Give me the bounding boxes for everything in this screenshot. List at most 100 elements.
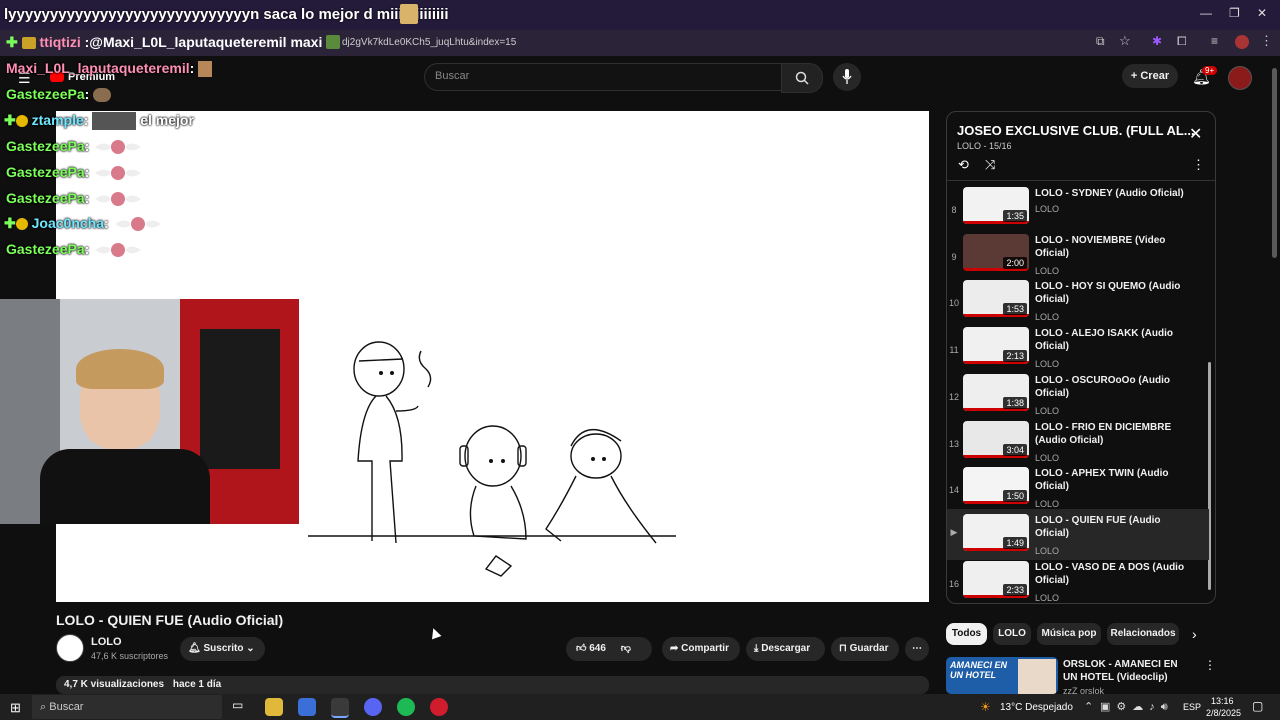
create-button[interactable]: + Crear xyxy=(1122,64,1178,88)
playlist-item-title[interactable]: LOLO - APHEX TWIN (Audio Oficial) xyxy=(1035,467,1185,493)
playlist-item[interactable]: 16 2:33 LOLO - VASO DE A DOS (Audio Oficia… xyxy=(947,560,1209,607)
more-horiz-icon: ⋯ xyxy=(912,643,922,654)
spotify-icon[interactable] xyxy=(397,698,415,716)
chevron-right-icon[interactable]: › xyxy=(1192,626,1197,642)
playlist-item[interactable]: ▶ 1:49 LOLO - QUIEN FUE (Audio Oficial) LOL… xyxy=(947,508,1209,560)
playlist-item-number: 16 xyxy=(948,578,959,589)
playlist-item[interactable]: 11 2:13 LOLO - ALEJO ISAKK (Audio Oficial)… xyxy=(947,327,1209,373)
playlist-item[interactable]: 8 1:35 LOLO - SYDNEY (Audio Oficial) LOLO xyxy=(947,187,1209,233)
chip-relacionados[interactable]: Relacionados xyxy=(1107,623,1179,645)
menu-list-icon[interactable]: ≡ xyxy=(1211,34,1218,48)
playlist-item[interactable]: 12 1:38 LOLO - OSCUROoOo (Audio Oficial) LO… xyxy=(947,373,1209,420)
obs-icon[interactable] xyxy=(430,698,448,716)
chip-musica-pop[interactable]: Música pop xyxy=(1037,623,1101,645)
extensions-puzzle-icon[interactable]: ⧠ xyxy=(1177,34,1187,49)
taskbar-search[interactable]: ⌕ Buscar xyxy=(32,695,222,719)
description-box[interactable]: 4,7 K visualizaciones hace 1 día xyxy=(56,676,929,694)
playlist-item-thumbnail[interactable]: 1:53 xyxy=(963,280,1029,318)
dislike-icon[interactable]: 👎︎ xyxy=(621,643,631,654)
windows-start-icon[interactable]: ⊞ xyxy=(10,700,21,716)
playlist-item-thumbnail[interactable]: 2:00 xyxy=(963,233,1029,271)
extension-icon[interactable]: ✱ xyxy=(1152,34,1162,48)
playlist-item[interactable]: 13 3:04 LOLO - FRIO EN DICIEMBRE (Audio Of… xyxy=(947,420,1209,467)
weather-text[interactable]: 13°C Despejado xyxy=(1000,702,1073,713)
chat-user: Joac0ncha xyxy=(31,215,104,231)
mic-icon xyxy=(842,69,852,84)
chip-all[interactable]: Todos xyxy=(946,623,987,645)
playlist-item-title[interactable]: LOLO - OSCUROoOo (Audio Oficial) xyxy=(1035,374,1185,400)
store-icon[interactable] xyxy=(298,698,316,716)
install-icon[interactable]: ⧉ xyxy=(1096,34,1105,49)
voice-search-button[interactable] xyxy=(833,63,861,91)
close-icon[interactable]: ✕ xyxy=(1189,124,1202,144)
clock-time[interactable]: 13:16 xyxy=(1211,696,1234,706)
playlist-item-thumbnail[interactable]: 2:33 xyxy=(963,560,1029,598)
loop-icon[interactable]: ⟲ xyxy=(958,157,969,173)
tray-chevron-icon[interactable]: ⌃ xyxy=(1084,700,1093,713)
more-actions-button[interactable]: ⋯ xyxy=(905,637,929,661)
playlist-item-channel: LOLO xyxy=(1035,405,1060,416)
playlist-item[interactable]: 14 1:50 LOLO - APHEX TWIN (Audio Oficial) L… xyxy=(947,467,1209,513)
playlist-item-title[interactable]: LOLO - NOVIEMBRE (Video Oficial) xyxy=(1035,234,1185,260)
shuffle-icon[interactable]: ⤨ xyxy=(985,157,995,173)
playlist-item-thumbnail[interactable]: 1:49 xyxy=(963,513,1029,551)
download-button[interactable]: ⤓ Descargar xyxy=(746,637,825,661)
close-window-icon[interactable]: ✕ xyxy=(1257,6,1267,20)
emote-icon xyxy=(198,61,213,78)
chat-line: GastezeePa: xyxy=(6,164,143,181)
bookmark-star-icon[interactable]: ☆ xyxy=(1119,33,1131,49)
more-vert-icon[interactable]: ⋮ xyxy=(1192,157,1205,173)
subscribed-button[interactable]: 🔔︎ Suscrito ⌄ xyxy=(180,637,265,661)
winged-emote-icon xyxy=(95,243,142,258)
chat-user: GastezeePa xyxy=(6,164,85,180)
playlist-item-duration: 2:33 xyxy=(1003,583,1027,596)
playlist-item-title[interactable]: LOLO - VASO DE A DOS (Audio Oficial) xyxy=(1035,561,1185,587)
playlist-item-title[interactable]: LOLO - SYDNEY (Audio Oficial) xyxy=(1035,187,1185,200)
recommended-thumbnail[interactable]: AMANECI EN UN HOTEL xyxy=(946,657,1058,694)
tray-icons[interactable]: ▣⚙☁♪🔊︎ xyxy=(1100,700,1174,714)
discord-icon[interactable] xyxy=(364,698,382,716)
playlist-item-title[interactable]: LOLO - HOY SI QUEMO (Audio Oficial) xyxy=(1035,280,1185,306)
save-button[interactable]: ⊓ Guardar xyxy=(831,637,899,661)
language-indicator[interactable]: ESP xyxy=(1183,702,1201,712)
playlist-item-thumbnail[interactable]: 1:35 xyxy=(963,187,1029,224)
clock-date[interactable]: 2/8/2025 xyxy=(1206,708,1241,718)
more-vert-icon[interactable]: ⋮ xyxy=(1204,658,1216,672)
account-avatar[interactable] xyxy=(1228,66,1252,90)
search-input[interactable]: Buscar xyxy=(424,63,783,91)
emote-icon xyxy=(400,4,418,24)
more-vert-icon[interactable]: ⋮ xyxy=(1260,33,1273,49)
restore-icon[interactable]: ❐ xyxy=(1229,6,1240,20)
chat-sep: : xyxy=(83,112,89,128)
playlist-item-thumbnail[interactable]: 1:50 xyxy=(963,467,1029,505)
plus-icon: ✚ xyxy=(4,215,16,231)
chat-line: GastezeePa: xyxy=(6,241,143,258)
playlist-item-title[interactable]: LOLO - ALEJO ISAKK (Audio Oficial) xyxy=(1035,327,1185,353)
page-scrollbar[interactable] xyxy=(1272,68,1277,258)
search-button[interactable] xyxy=(781,63,823,93)
like-icon[interactable]: 👍︎ xyxy=(576,643,586,654)
share-button[interactable]: ➦ Compartir xyxy=(662,637,740,661)
playlist-item-thumbnail[interactable]: 3:04 xyxy=(963,420,1029,458)
minimize-icon[interactable]: — xyxy=(1200,6,1212,20)
playlist-item-thumbnail[interactable]: 2:13 xyxy=(963,327,1029,365)
playlist-item-title[interactable]: LOLO - QUIEN FUE (Audio Oficial) xyxy=(1035,514,1185,540)
chrome-icon[interactable] xyxy=(331,698,349,718)
notification-center-icon[interactable]: ▢ xyxy=(1252,699,1263,713)
chat-sep: : xyxy=(84,164,90,180)
profile-avatar-icon[interactable] xyxy=(1235,35,1249,49)
playlist-item[interactable]: 10 1:53 LOLO - HOY SI QUEMO (Audio Oficial… xyxy=(947,280,1209,326)
file-explorer-icon[interactable] xyxy=(265,698,283,716)
channel-avatar[interactable] xyxy=(56,634,84,662)
chat-user: GastezeePa xyxy=(6,138,85,154)
playlist-title[interactable]: JOSEO EXCLUSIVE CLUB. (FULL AL... xyxy=(957,123,1195,138)
playlist-item[interactable]: 9 2:00 LOLO - NOVIEMBRE (Video Oficial) LOL… xyxy=(947,233,1209,280)
playlist-item-title[interactable]: LOLO - FRIO EN DICIEMBRE (Audio Oficial) xyxy=(1035,421,1185,447)
url-text[interactable]: dj2gVk7kdLe0KCh5_juqLhtu&index=15 xyxy=(342,37,516,48)
task-view-icon[interactable]: ▭ xyxy=(232,698,250,716)
channel-name[interactable]: LOLO xyxy=(91,636,122,648)
recommended-title[interactable]: ORSLOK - AMANECI EN UN HOTEL (Videoclip) xyxy=(1063,658,1193,684)
playlist-item-thumbnail[interactable]: 1:38 xyxy=(963,373,1029,411)
address-bar[interactable]: ✚ ttiqtizi :@Maxi_L0L_laputaqueteremil m… xyxy=(0,30,1280,56)
chip-lolo[interactable]: LOLO xyxy=(993,623,1031,645)
